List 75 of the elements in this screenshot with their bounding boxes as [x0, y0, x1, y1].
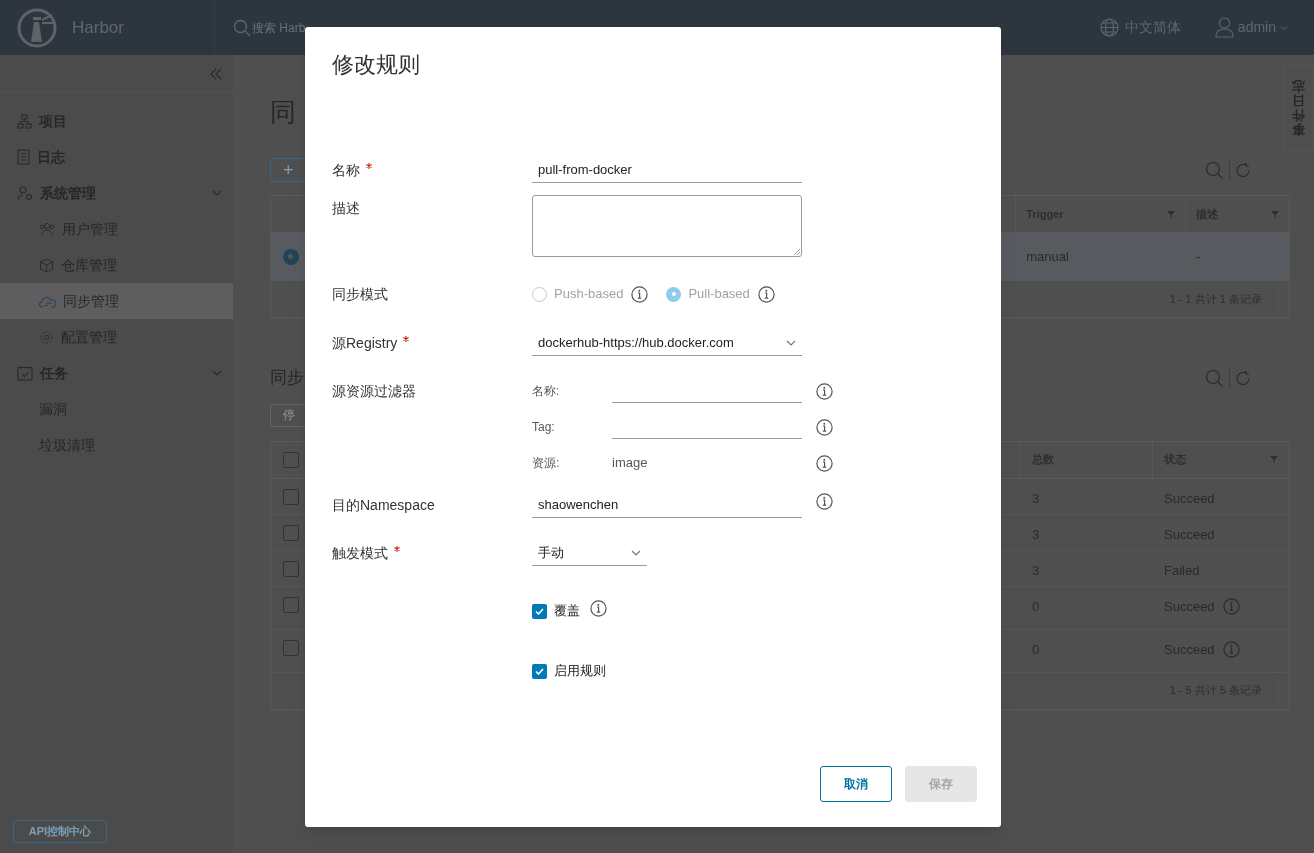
api-center-button[interactable]: API控制中心: [13, 820, 107, 843]
info-icon: [631, 285, 649, 303]
trigger-select[interactable]: 手动: [532, 540, 647, 566]
field-label: 名称: [332, 160, 360, 180]
info-icon: [816, 418, 833, 436]
checkmark-icon: [535, 607, 544, 615]
info-icon: [816, 454, 833, 472]
description-textarea[interactable]: [532, 195, 802, 257]
user-icon: [1214, 17, 1234, 38]
filter-label: Tag:: [532, 419, 556, 436]
table-cell-text: -: [1195, 247, 1202, 266]
info-icon: [1222, 640, 1240, 658]
user-gear-icon: [17, 185, 33, 201]
dialog-title: 修改规则: [332, 51, 421, 78]
row-checkbox[interactable]: [283, 560, 299, 577]
field-label: 目的Namespace: [332, 495, 435, 515]
checkbox[interactable]: [532, 663, 547, 679]
checkbox-label: 启用规则: [554, 662, 606, 681]
select-all-checkbox[interactable]: [283, 451, 299, 468]
required-asterisk-icon: [366, 162, 372, 169]
radio-option[interactable]: Push-based: [532, 284, 624, 304]
filter-icon: [1271, 210, 1279, 218]
field-label: 源Registry: [332, 333, 398, 353]
row-radio[interactable]: [282, 248, 299, 265]
filter-icon: [1167, 210, 1176, 218]
chevron-down-icon: [631, 549, 641, 556]
calendar-check-icon: [17, 365, 33, 381]
field-label: 同步模式: [332, 284, 388, 304]
radio-option[interactable]: Pull-based: [666, 284, 750, 304]
caret-icon: [1280, 24, 1288, 31]
radio-button[interactable]: [666, 286, 682, 302]
refresh-icon[interactable]: [1235, 161, 1252, 179]
resize-handle-icon: [794, 249, 800, 255]
row-checkbox[interactable]: [283, 639, 299, 656]
name-input[interactable]: pull-from-docker: [532, 157, 802, 183]
row-checkbox[interactable]: [283, 596, 299, 613]
filter-label: 资源:: [532, 455, 561, 472]
chevron-down-icon: [786, 339, 796, 346]
namespace-input[interactable]: shaowenchen: [532, 492, 802, 518]
checkmark-icon: [535, 667, 544, 675]
globe-icon: [1099, 18, 1119, 37]
field-label: 源资源过滤器: [332, 383, 416, 399]
required-asterisk-icon: [394, 545, 400, 552]
field-label: 触发模式: [332, 543, 388, 563]
hierarchy-icon: [17, 113, 32, 129]
chevron-down-icon: [211, 370, 223, 376]
checkbox[interactable]: [532, 603, 547, 619]
cloud-sync-icon: [39, 294, 56, 308]
filter-value: image: [612, 454, 649, 473]
info-icon: [1222, 597, 1240, 615]
registry-select[interactable]: dockerhub-https://hub.docker.com: [532, 330, 802, 356]
checkbox-label: 覆盖: [554, 602, 580, 621]
info-icon: [757, 285, 775, 303]
lighthouse-logo-icon: [17, 7, 57, 48]
search-field[interactable]: 搜索 Harb: [233, 18, 306, 37]
row-checkbox[interactable]: [283, 488, 299, 505]
search-icon: [233, 18, 251, 37]
cancel-button[interactable]: 取消: [820, 766, 892, 802]
info-icon: [590, 600, 607, 617]
filter-icon: [1270, 456, 1278, 463]
filter-label: 名称:: [532, 383, 561, 400]
row-checkbox[interactable]: [283, 524, 299, 541]
refresh-icon[interactable]: [1235, 369, 1252, 387]
info-icon: [816, 493, 833, 510]
chevron-down-icon: [211, 190, 223, 196]
users-icon: [39, 222, 55, 236]
required-asterisk-icon: [403, 335, 410, 342]
field-label: 描述: [332, 199, 360, 218]
document-icon: [17, 149, 30, 165]
search-icon[interactable]: [1205, 368, 1224, 388]
info-icon: [816, 382, 833, 400]
collapse-icon[interactable]: [209, 67, 223, 80]
gear-icon: [39, 329, 54, 345]
search-icon[interactable]: [1205, 160, 1224, 180]
cube-icon: [39, 257, 54, 273]
